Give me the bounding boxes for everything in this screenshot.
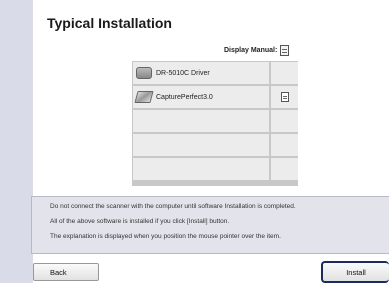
info-box: Do not connect the scanner with the comp… [31,196,389,254]
list-item-label: DR-5010C Driver [156,69,210,77]
info-line: The explanation is displayed when you po… [50,233,281,240]
list-item-manual-cell[interactable] [271,86,298,108]
display-manual-label: Display Manual: [224,47,278,54]
list-item-manual-cell [271,62,298,84]
manual-icon [280,45,290,56]
manual-document-icon[interactable] [280,92,289,102]
empty-row [133,134,269,156]
empty-row-manual-cell [271,134,298,156]
display-manual-header: Display Manual: [224,45,290,56]
info-line: All of the above software is installed i… [50,218,230,225]
empty-row [133,158,269,180]
install-button[interactable]: Install [321,261,389,283]
empty-row [133,110,269,132]
back-button[interactable]: Back [33,263,99,281]
list-item[interactable]: CapturePerfect3.0 [133,86,269,108]
info-line: Do not connect the scanner with the comp… [50,203,296,210]
software-icon [134,91,154,103]
scanner-icon [136,67,152,79]
page-title: Typical Installation [47,15,172,31]
list-item[interactable]: DR-5010C Driver [133,62,269,84]
list-item-label: CapturePerfect3.0 [156,93,213,101]
installer-panel: Typical Installation Display Manual: DR-… [31,0,389,283]
empty-row-manual-cell [271,158,298,180]
software-list: DR-5010C Driver CapturePerfect3.0 [132,61,298,186]
empty-row-manual-cell [271,110,298,132]
